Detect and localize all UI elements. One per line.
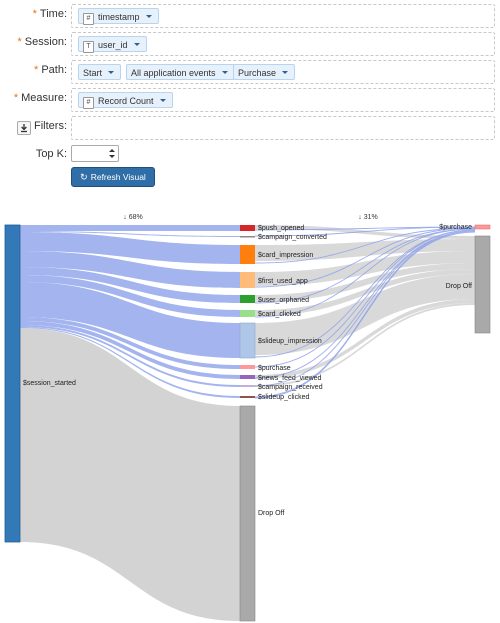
- node-card-clicked[interactable]: [240, 310, 255, 317]
- time-field-pill[interactable]: # timestamp: [78, 8, 159, 25]
- mid-nodes: [239, 225, 256, 622]
- node-campaign-converted[interactable]: [240, 236, 255, 238]
- node-label-session-started: $session_started: [23, 380, 76, 387]
- node-dropoff-mid[interactable]: [239, 405, 256, 622]
- node-purchase-end[interactable]: [474, 224, 491, 230]
- time-dropzone[interactable]: # timestamp: [71, 4, 495, 28]
- path-dropzone[interactable]: Start All application events Purchase: [71, 60, 495, 84]
- path-events-pill[interactable]: All application events: [126, 64, 235, 80]
- refresh-visual-button[interactable]: ↻ Refresh Visual: [71, 167, 155, 187]
- label-first-used-app: $first_used_app: [258, 278, 308, 285]
- label-card-clicked: $card_clicked: [258, 311, 301, 318]
- filters-row: Filters:: [0, 116, 500, 140]
- chevron-down-icon: [282, 71, 289, 74]
- measure-dropzone[interactable]: # Record Count: [71, 88, 495, 112]
- path-row: * Path: Start All application events Purc…: [0, 60, 500, 84]
- step-label-1: ↓ 68%: [123, 214, 142, 221]
- text-type-icon: T: [83, 41, 94, 53]
- node-dropoff-end[interactable]: [474, 235, 491, 334]
- flow-source-dropoff: [20, 328, 240, 621]
- node-push-opened[interactable]: [240, 225, 255, 231]
- path-start-pill[interactable]: Start: [78, 64, 122, 80]
- spinner-up-icon[interactable]: [109, 149, 115, 152]
- session-dropzone[interactable]: Tuser_id: [71, 32, 495, 56]
- session-row: * Session: Tuser_id: [0, 32, 500, 56]
- spinner-down-icon[interactable]: [109, 155, 115, 158]
- label-campaign-converted: $campaign_converted: [258, 234, 327, 241]
- node-card-impression[interactable]: [240, 245, 255, 264]
- path-purchase-pill[interactable]: Purchase: [233, 64, 296, 80]
- label-user-orphaned: $user_orphaned: [258, 297, 309, 304]
- chevron-down-icon: [221, 71, 228, 74]
- label-slideup-clicked: $slideup_clicked: [258, 394, 309, 401]
- label-purchase-mid: $purchase: [258, 365, 291, 372]
- node-slideup-impression[interactable]: [239, 322, 256, 359]
- label-slideup-impression: $slideup_impression: [258, 338, 322, 345]
- label-dropoff-end: Drop Off: [446, 283, 472, 290]
- chevron-down-icon: [133, 43, 140, 46]
- node-first-used-app[interactable]: [240, 272, 255, 288]
- label-campaign-received: $campaign_received: [258, 384, 323, 391]
- node-purchase-mid[interactable]: [240, 365, 255, 369]
- time-label: * Time:: [32, 8, 67, 20]
- label-purchase-end: $purchase: [439, 224, 472, 231]
- node-slideup-clicked[interactable]: [240, 396, 255, 398]
- topk-input[interactable]: [71, 145, 119, 162]
- node-news-feed-viewed[interactable]: [240, 375, 255, 379]
- refresh-icon: ↻: [80, 172, 88, 182]
- label-news-feed-viewed: $news_feed_viewed: [258, 375, 322, 382]
- filters-dropzone[interactable]: [71, 116, 495, 140]
- session-label: * Session:: [17, 36, 67, 48]
- measure-field-pill[interactable]: # Record Count: [78, 92, 173, 109]
- time-row: * Time: # timestamp: [0, 4, 500, 28]
- node-session-started[interactable]: [4, 224, 21, 543]
- node-campaign-received[interactable]: [240, 385, 255, 387]
- path-label: * Path:: [34, 64, 67, 76]
- chevron-down-icon: [159, 99, 166, 102]
- filter-download-button[interactable]: [17, 121, 31, 135]
- measure-row: * Measure: # Record Count: [0, 88, 500, 112]
- download-icon: [21, 124, 27, 133]
- numeric-type-icon: #: [83, 13, 94, 25]
- session-field-pill[interactable]: Tuser_id: [78, 36, 147, 53]
- measure-label: * Measure:: [13, 92, 67, 104]
- topk-label: Top K:: [35, 148, 67, 160]
- sankey-diagram: ↓ 68% ↓ 31% $session_started $push_opene…: [4, 214, 491, 622]
- numeric-type-icon: #: [83, 97, 94, 109]
- label-push-opened: $push_opened: [258, 225, 304, 232]
- chevron-down-icon: [108, 71, 115, 74]
- flows-mid-to-dropoff: [255, 225, 475, 387]
- label-card-impression: $card_impression: [258, 252, 313, 259]
- label-dropoff-mid: Drop Off: [258, 510, 284, 517]
- filters-label: Filters:: [34, 120, 67, 132]
- node-user-orphaned[interactable]: [240, 295, 255, 303]
- chevron-down-icon: [145, 15, 152, 18]
- step-label-2: ↓ 31%: [358, 214, 377, 221]
